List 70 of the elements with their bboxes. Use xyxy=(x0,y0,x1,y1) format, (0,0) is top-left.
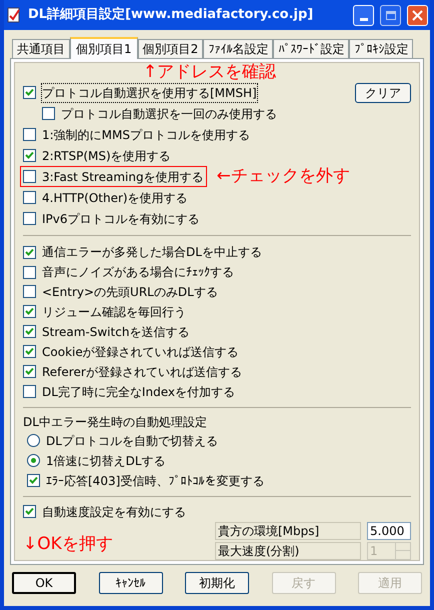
checkbox-label: 1:強制的にMMSプロトコルを使用する xyxy=(42,126,250,144)
checkbox[interactable] xyxy=(23,345,36,358)
checkbox-label: プロトコル自動選択を使用する[MMSH] xyxy=(42,84,257,102)
checkbox-label: IPv6プロトコルを有効にする xyxy=(42,210,200,228)
radio-button[interactable] xyxy=(27,434,40,448)
radio-label: 1倍速に切替えDLする xyxy=(46,452,166,470)
check-icon xyxy=(25,151,34,160)
checkbox[interactable] xyxy=(23,212,36,226)
check-icon xyxy=(25,327,34,336)
checkbox-label: <Entry>の先頭URLのみDLする xyxy=(42,284,218,301)
checkbox[interactable] xyxy=(23,365,36,378)
tab[interactable]: 個別項目1 xyxy=(70,37,138,59)
maximize-button[interactable] xyxy=(380,4,401,26)
annotation-text: ←チェックを外す xyxy=(216,164,350,188)
check-icon xyxy=(25,307,34,316)
checkbox-label: DL完了時に完全なIndexを付加する xyxy=(42,384,235,401)
checkbox-label: Cookieが登録されていれば送信する xyxy=(42,344,239,361)
check-icon xyxy=(25,248,34,257)
group-title: DL中エラー発生時の自動処理設定 xyxy=(23,414,208,431)
checkbox[interactable] xyxy=(23,325,36,338)
annotation-text: ↑アドレスを確認 xyxy=(143,64,276,82)
tab[interactable]: 共通項目 xyxy=(12,39,70,58)
dialog-button[interactable]: OK xyxy=(12,572,76,594)
dialog-button[interactable]: 初期化 xyxy=(185,572,249,594)
checkbox[interactable] xyxy=(23,505,36,518)
checkbox-label: ｴﾗｰ応答[403]受信時、ﾌﾟﾛﾄｺﾙを変更する xyxy=(46,472,264,490)
check-icon xyxy=(25,347,34,356)
clear-button[interactable]: クリア xyxy=(355,82,411,103)
checkbox-label: Stream-Switchを送信する xyxy=(42,324,190,341)
tab[interactable]: ﾊﾟｽﾜｰﾄﾞ設定 xyxy=(273,39,350,58)
checkbox-label: 自動速度設定を有効にする xyxy=(42,504,186,521)
checkbox[interactable] xyxy=(23,170,36,184)
checkbox-label: 通信エラーが多発した場合DLを中止する xyxy=(42,244,262,262)
close-button[interactable] xyxy=(407,4,428,26)
checkbox-label: 2:RTSP(MS)を使用する xyxy=(42,148,171,165)
checkbox-label: リジューム確認を毎回行う xyxy=(42,304,186,321)
checkbox[interactable] xyxy=(23,149,36,162)
tab[interactable]: 個別項目2 xyxy=(138,39,204,58)
tab[interactable]: ﾌｧｲﾙ名設定 xyxy=(203,39,274,58)
check-icon xyxy=(25,367,34,376)
checkbox-label: Refererが登録されていれば送信する xyxy=(42,364,242,381)
checkbox-label: 4.HTTP(Other)を使用する xyxy=(42,190,188,207)
check-icon xyxy=(25,88,34,98)
field-label: 最大速度(分割) xyxy=(215,542,361,560)
radio-button[interactable] xyxy=(27,454,40,468)
checkbox-label: プロトコル自動選択を一回のみ使用する xyxy=(61,106,277,123)
input-field[interactable]: 5.000 xyxy=(367,522,411,540)
checkbox[interactable] xyxy=(23,86,36,100)
close-icon xyxy=(412,10,423,20)
checkbox[interactable] xyxy=(23,128,36,142)
radio-label: DLプロトコルを自動で切替える xyxy=(46,432,218,450)
checkbox[interactable] xyxy=(42,107,55,120)
checkbox[interactable] xyxy=(23,305,36,318)
checkbox[interactable] xyxy=(27,474,40,488)
checkbox[interactable] xyxy=(23,246,36,259)
checkbox-label: 音声にノイズがある場合にﾁｪｯｸする xyxy=(42,264,234,281)
checkbox[interactable] xyxy=(23,266,36,278)
checkbox-label: 3:Fast Streamingを使用する xyxy=(42,168,204,186)
app-icon xyxy=(6,7,22,23)
checkbox[interactable] xyxy=(23,385,36,398)
checkbox[interactable] xyxy=(23,285,36,298)
annotation-text: ↓OKを押す xyxy=(23,533,113,556)
minimize-button[interactable] xyxy=(353,4,374,26)
window-title: DL詳細項目設定[www.mediafactory.co.jp] xyxy=(28,6,314,24)
checkbox[interactable] xyxy=(23,191,36,204)
dialog-button[interactable]: ｷｬﾝｾﾙ xyxy=(98,572,162,594)
tab[interactable]: ﾌﾟﾛｷｼ設定 xyxy=(349,39,414,58)
check-icon xyxy=(29,476,38,486)
check-icon xyxy=(25,507,34,516)
field-label: 貴方の環境[Mbps] xyxy=(215,522,361,540)
